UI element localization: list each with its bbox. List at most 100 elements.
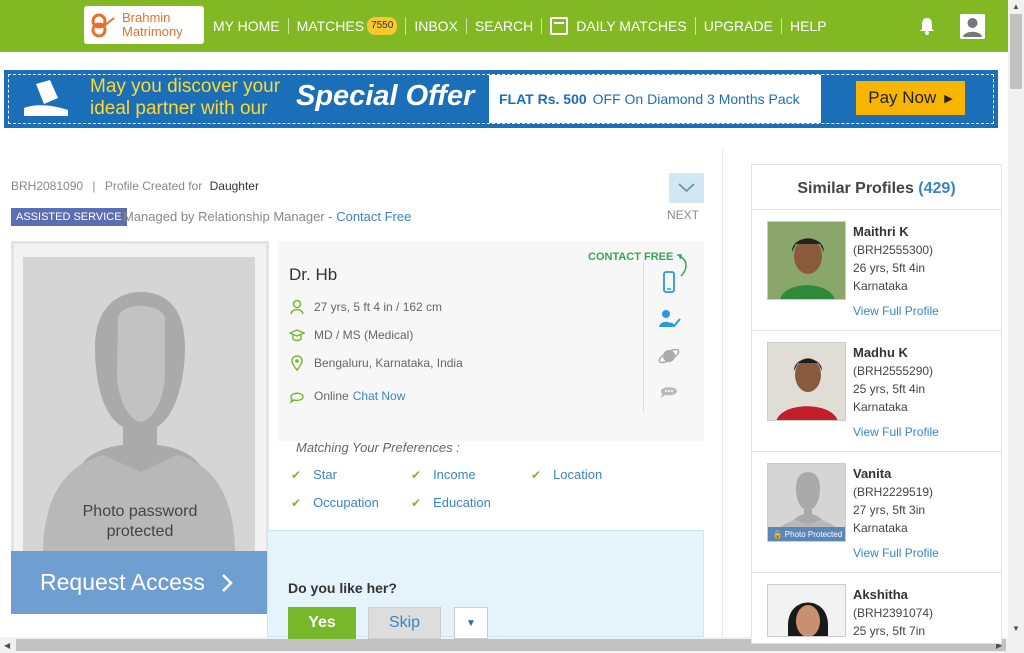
logo-line-1: Brahmin (122, 10, 171, 25)
view-full-profile-link[interactable]: View Full Profile (853, 546, 939, 560)
request-access-button[interactable]: Request Access (11, 551, 267, 614)
yes-button[interactable]: Yes (288, 607, 356, 639)
similar-photo[interactable] (767, 342, 846, 421)
scroll-up-icon[interactable]: ▲ (1012, 2, 1020, 11)
similar-photo[interactable]: 🔒 Photo Protected (767, 463, 846, 542)
nav-upgrade[interactable]: UPGRADE (696, 18, 782, 34)
logo-text: Brahmin Matrimony (122, 11, 183, 39)
nav-help-label: HELP (789, 18, 827, 34)
profile-photo-image (768, 585, 845, 636)
person-icon (290, 299, 304, 315)
graduation-cap-icon (289, 329, 305, 342)
nav-my-home[interactable]: MY HOME (205, 18, 289, 34)
similar-name[interactable]: Maithri K (853, 224, 909, 239)
nav-search[interactable]: SEARCH (467, 18, 543, 34)
profile-id-line: BRH2081090 | Profile Created for Daughte… (11, 179, 259, 193)
scroll-left-icon[interactable]: ◀ (4, 641, 10, 650)
similar-divider (752, 330, 1001, 331)
matching-preferences-title: Matching Your Preferences : (296, 440, 460, 455)
column-divider (722, 148, 723, 638)
chevron-down-icon (678, 183, 695, 193)
managed-by-text: Managed by Relationship Manager - (123, 209, 333, 224)
similar-state: Karnataka (853, 400, 908, 414)
chevron-right-icon (222, 573, 233, 592)
education-text: MD / MS (Medical) (314, 328, 414, 342)
chat-now-link[interactable]: Chat Now (353, 389, 406, 403)
horoscope-planet-icon[interactable] (657, 344, 681, 368)
profile-photo-image (768, 343, 845, 420)
logo-line-2: Matrimony (122, 24, 183, 39)
contact-free-label: CONTACT FREE (588, 251, 674, 263)
online-status: Online (314, 389, 349, 403)
banner-offer-text: OFF On Diamond 3 Months Pack (592, 91, 800, 107)
banner-flat-amount: FLAT Rs. 500 (499, 91, 587, 107)
checkmark-icon: ✔ (531, 467, 542, 482)
checkmark-icon: ✔ (291, 467, 302, 482)
similar-profiles-title: Similar Profiles (429) (751, 180, 1002, 198)
contact-free-link[interactable]: Contact Free (336, 209, 411, 224)
similar-count[interactable]: (429) (918, 180, 955, 197)
checkmark-icon: ✔ (291, 495, 302, 510)
chat-icon[interactable] (657, 381, 681, 405)
nav-matches-label: MATCHES (296, 18, 365, 34)
scroll-down-icon[interactable]: ▼ (1012, 624, 1020, 633)
banner-special-offer: Special Offer (296, 80, 475, 112)
match-income-label: Income (433, 467, 476, 482)
location-pin-icon (291, 355, 303, 371)
similar-age: 25 yrs, 5ft 7in (853, 624, 926, 638)
age-height-text: 27 yrs, 5 ft 4 in / 162 cm (314, 300, 443, 314)
similar-id: (BRH2555290) (853, 364, 934, 378)
more-options-button[interactable]: ▼ (454, 607, 488, 639)
nav-daily-matches[interactable]: DAILY MATCHES (542, 17, 696, 35)
similar-photo[interactable] (767, 584, 846, 637)
nav-inbox[interactable]: INBOX (406, 18, 467, 34)
similar-id: (BRH2555300) (853, 243, 934, 257)
like-question: Do you like her? (288, 580, 397, 596)
match-education-label: Education (433, 495, 491, 510)
banner-line-2: ideal partner with our (90, 98, 268, 119)
matches-count-badge: 7550 (367, 17, 398, 35)
site-logo[interactable]: Brahmin Matrimony (84, 6, 204, 44)
detail-age-height: 27 yrs, 5 ft 4 in / 162 cm (289, 299, 442, 315)
request-access-label: Request Access (40, 569, 205, 595)
checkmark-icon: ✔ (411, 467, 422, 482)
detail-location: Bengaluru, Karnataka, India (289, 355, 463, 371)
match-education: ✔ Education (411, 495, 491, 510)
match-income: ✔ Income (411, 467, 476, 482)
special-offer-banner[interactable]: May you discover your ideal partner with… (4, 70, 998, 128)
mobile-phone-icon[interactable] (657, 270, 681, 294)
banner-tagline: May you discover your ideal partner with… (90, 76, 280, 120)
similar-name[interactable]: Vanita (853, 466, 891, 481)
detail-education: MD / MS (Medical) (289, 327, 413, 343)
verified-user-icon[interactable] (657, 307, 681, 331)
match-star: ✔ Star (291, 467, 337, 482)
match-occupation: ✔ Occupation (291, 495, 379, 510)
similar-name[interactable]: Madhu K (853, 345, 908, 360)
next-profile-button[interactable] (669, 173, 704, 203)
nav-search-label: SEARCH (474, 18, 534, 34)
view-full-profile-link[interactable]: View Full Profile (853, 304, 939, 318)
similar-divider (752, 572, 1001, 573)
lock-icon: 🔒 (772, 529, 783, 539)
similar-photo[interactable] (767, 221, 846, 300)
detail-online: Online Chat Now (289, 388, 405, 404)
next-label[interactable]: NEXT (667, 208, 699, 222)
view-full-profile-link[interactable]: View Full Profile (853, 425, 939, 439)
chat-bubble-icon (289, 392, 304, 404)
pay-now-button[interactable]: Pay Now ▶ (856, 81, 965, 115)
created-for-label: Profile Created for (104, 179, 203, 193)
created-for-value: Daughter (209, 179, 259, 193)
similar-name[interactable]: Akshitha (853, 587, 908, 602)
nav-matches[interactable]: MATCHES 7550 (289, 17, 407, 35)
vertical-scroll-thumb[interactable] (1010, 14, 1022, 89)
vertical-scrollbar[interactable] (1008, 0, 1024, 637)
match-location-label: Location (553, 467, 603, 482)
user-avatar-icon[interactable] (960, 14, 985, 39)
nav-daily-matches-label: DAILY MATCHES (576, 18, 687, 34)
nav-help[interactable]: HELP (782, 18, 835, 34)
assisted-service-badge: ASSISTED SERVICE (11, 208, 127, 226)
bell-icon[interactable] (918, 17, 936, 35)
match-location: ✔ Location (531, 467, 602, 482)
skip-button[interactable]: Skip (368, 607, 441, 639)
profile-id: BRH2081090 (11, 179, 84, 193)
